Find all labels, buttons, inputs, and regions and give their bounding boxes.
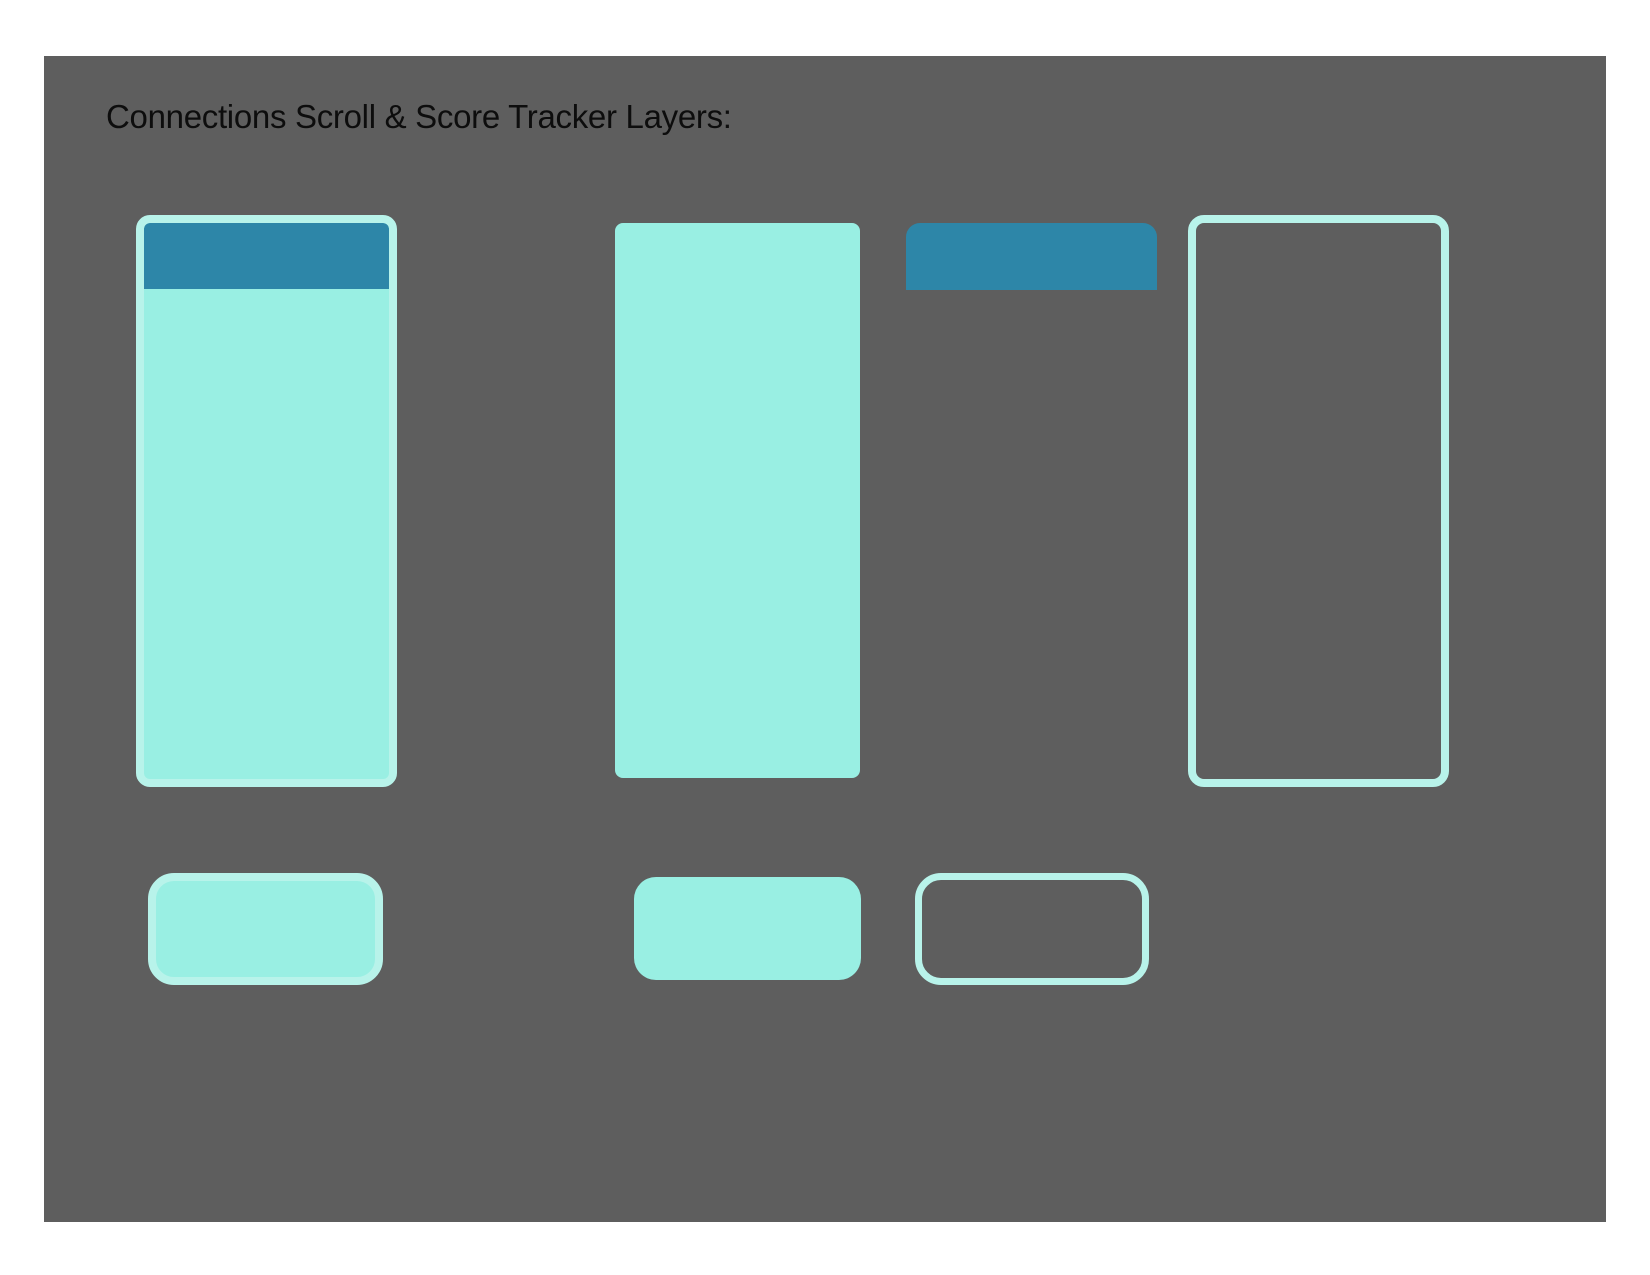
score-tracker-outline-layer (915, 873, 1149, 985)
score-tracker-composite (148, 873, 383, 985)
page-heading: Connections Scroll & Score Tracker Layer… (106, 98, 732, 135)
scroll-panel-header-layer (906, 223, 1157, 290)
scroll-panel-outline-layer (1188, 215, 1449, 787)
scroll-panel-composite (136, 215, 397, 787)
scroll-panel-fill-layer (615, 223, 860, 778)
score-tracker-fill-layer (634, 877, 861, 980)
scroll-panel-composite-header (144, 223, 389, 289)
artboard: Connections Scroll & Score Tracker Layer… (44, 56, 1606, 1222)
